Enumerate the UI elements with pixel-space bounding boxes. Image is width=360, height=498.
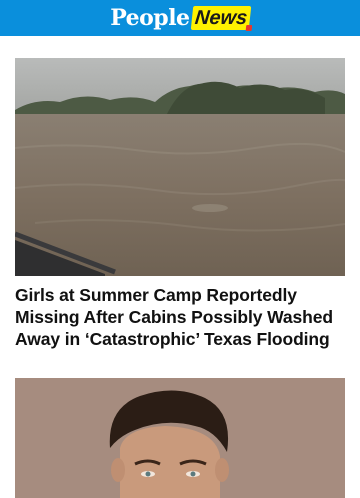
story-image-portrait[interactable]: [15, 378, 345, 498]
logo-news-badge: News: [190, 6, 252, 30]
story-card[interactable]: [15, 378, 345, 498]
story-image-flood[interactable]: [15, 58, 345, 276]
site-header: People News: [0, 0, 360, 36]
story-card[interactable]: Girls at Summer Camp Reportedly Missing …: [15, 58, 345, 350]
story-headline[interactable]: Girls at Summer Camp Reportedly Missing …: [15, 284, 345, 350]
people-news-logo[interactable]: People News: [110, 5, 252, 31]
logo-people-text: People: [110, 5, 190, 31]
